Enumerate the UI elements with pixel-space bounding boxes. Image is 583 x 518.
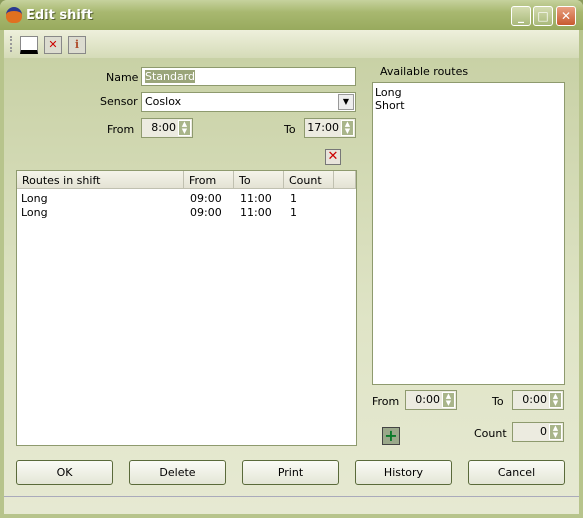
info-icon[interactable]: i — [68, 36, 86, 54]
delete-button[interactable]: Delete — [129, 460, 226, 485]
column-header-count[interactable]: Count — [284, 171, 334, 189]
chevron-down-icon[interactable]: ▼ — [338, 94, 354, 110]
spin-arrows-icon[interactable]: ▲ ▼ — [178, 120, 191, 136]
toolbar-grip-icon[interactable] — [10, 36, 12, 52]
route-to-value: 0:00 — [522, 393, 547, 406]
route-from-spinner[interactable]: 0:00 ▲ ▼ — [405, 390, 457, 410]
column-header-to[interactable]: To — [234, 171, 284, 189]
from-time-spinner[interactable]: 8:00 ▲ ▼ — [141, 118, 193, 138]
route-from-label: From — [372, 395, 400, 408]
window-title: Edit shift — [26, 8, 93, 23]
list-item[interactable]: Short — [375, 99, 562, 112]
to-time-spinner[interactable]: 17:00 ▲ ▼ — [304, 118, 356, 138]
cell-to: 11:00 — [240, 192, 272, 205]
spin-arrows-icon[interactable]: ▲ ▼ — [549, 424, 562, 440]
sensor-value: Coslox — [145, 95, 182, 108]
maximize-button[interactable]: □ — [533, 6, 553, 26]
cell-route: Long — [21, 206, 48, 219]
routes-in-shift-table[interactable]: Routes in shift From To Count Long 09:00… — [16, 170, 357, 446]
cell-count: 1 — [290, 206, 297, 219]
count-spinner[interactable]: 0 ▲ ▼ — [512, 422, 564, 442]
sensor-label: Sensor — [100, 95, 138, 108]
sensor-icon[interactable] — [20, 36, 38, 54]
ok-button[interactable]: OK — [16, 460, 113, 485]
to-label: To — [284, 123, 296, 136]
count-label: Count — [474, 427, 507, 440]
available-routes-list[interactable]: Long Short — [372, 82, 565, 385]
cell-route: Long — [21, 192, 48, 205]
spin-arrows-icon[interactable]: ▲ ▼ — [549, 392, 562, 408]
to-value: 17:00 — [307, 121, 339, 134]
history-button[interactable]: History — [355, 460, 452, 485]
close-button[interactable]: ✕ — [556, 6, 576, 26]
name-input[interactable]: Standard — [141, 67, 356, 86]
list-item[interactable]: Long — [375, 86, 562, 99]
edit-shift-window: Edit shift _ □ ✕ ✕ i Name Standard Senso… — [0, 0, 583, 518]
route-to-spinner[interactable]: 0:00 ▲ ▼ — [512, 390, 564, 410]
cancel-button[interactable]: Cancel — [468, 460, 565, 485]
column-header-from[interactable]: From — [184, 171, 234, 189]
cell-from: 09:00 — [190, 206, 222, 219]
name-value: Standard — [145, 70, 196, 83]
toolbar: ✕ i — [4, 30, 579, 58]
sensor-select[interactable]: Coslox ▼ — [141, 92, 356, 112]
cell-count: 1 — [290, 192, 297, 205]
route-from-value: 0:00 — [415, 393, 440, 406]
client-area: ✕ i Name Standard Sensor Coslox ▼ From 8… — [4, 30, 579, 514]
cell-to: 11:00 — [240, 206, 272, 219]
available-routes-label: Available routes — [380, 65, 469, 78]
table-row[interactable]: Long 09:00 11:00 1 — [17, 206, 355, 220]
print-button[interactable]: Print — [242, 460, 339, 485]
column-header-route[interactable]: Routes in shift — [17, 171, 184, 189]
table-row[interactable]: Long 09:00 11:00 1 — [17, 192, 355, 206]
name-label: Name — [106, 71, 139, 84]
from-label: From — [107, 123, 135, 136]
status-bar — [4, 496, 579, 514]
remove-route-button[interactable]: ✕ — [325, 149, 341, 165]
title-bar[interactable]: Edit shift _ □ ✕ — [0, 0, 583, 30]
minimize-button[interactable]: _ — [511, 6, 531, 26]
add-route-button[interactable]: + — [382, 427, 400, 445]
cell-from: 09:00 — [190, 192, 222, 205]
app-icon — [6, 7, 22, 23]
spin-arrows-icon[interactable]: ▲ ▼ — [442, 392, 455, 408]
spin-arrows-icon[interactable]: ▲ ▼ — [341, 120, 354, 136]
delete-icon[interactable]: ✕ — [44, 36, 62, 54]
column-header-filler — [334, 171, 356, 189]
count-value: 0 — [540, 425, 547, 438]
route-to-label: To — [492, 395, 504, 408]
from-value: 8:00 — [151, 121, 176, 134]
